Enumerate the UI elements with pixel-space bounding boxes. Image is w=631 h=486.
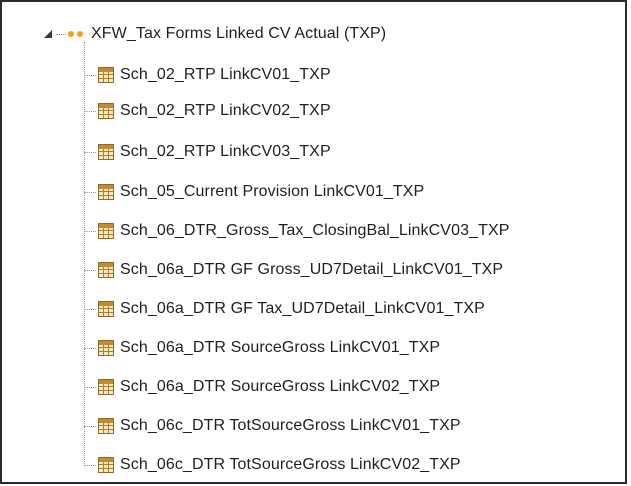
tree-item-label: Sch_02_RTP LinkCV02_TXP xyxy=(120,102,331,119)
cube-view-grid-icon xyxy=(98,144,114,160)
tree-item[interactable]: Sch_06a_DTR SourceGross LinkCV01_TXP xyxy=(84,333,440,363)
tree-connector xyxy=(84,191,96,193)
cube-view-grid-icon xyxy=(98,457,114,473)
tree-item-label: Sch_02_RTP LinkCV01_TXP xyxy=(120,66,331,83)
cube-view-grid-icon xyxy=(98,262,114,278)
cube-view-grid-icon xyxy=(98,184,114,200)
tree-item-label: Sch_06a_DTR SourceGross LinkCV01_TXP xyxy=(120,339,441,356)
tree-connector xyxy=(84,464,96,466)
tree-item[interactable]: Sch_06c_DTR TotSourceGross LinkCV01_TXP xyxy=(84,411,461,441)
tree-item-label: Sch_06a_DTR SourceGross LinkCV02_TXP xyxy=(120,378,441,395)
tree-panel: XFW_Tax Forms Linked CV Actual (TXP) Sch… xyxy=(0,0,627,484)
tree-item-label: Sch_06c_DTR TotSourceGross LinkCV02_TXP xyxy=(120,456,461,473)
tree-connector xyxy=(56,33,66,35)
tree-item[interactable]: Sch_02_RTP LinkCV03_TXP xyxy=(84,137,331,167)
tree-item[interactable]: Sch_06a_DTR GF Gross_UD7Detail_LinkCV01_… xyxy=(84,255,503,285)
tree-connector xyxy=(84,151,96,153)
tree-item[interactable]: Sch_06c_DTR TotSourceGross LinkCV02_TXP xyxy=(84,450,461,480)
tree-item-label: Sch_05_Current Provision LinkCV01_TXP xyxy=(120,183,425,200)
tree-item[interactable]: Sch_06a_DTR GF Tax_UD7Detail_LinkCV01_TX… xyxy=(84,294,485,324)
tree-connector xyxy=(84,308,96,310)
tree-item[interactable]: Sch_06a_DTR SourceGross LinkCV02_TXP xyxy=(84,372,440,402)
cube-view-tree: XFW_Tax Forms Linked CV Actual (TXP) Sch… xyxy=(2,2,625,482)
tree-item-label: Sch_02_RTP LinkCV03_TXP xyxy=(120,143,331,160)
tree-item-label: Sch_06a_DTR GF Tax_UD7Detail_LinkCV01_TX… xyxy=(120,300,485,317)
tree-root-node[interactable]: XFW_Tax Forms Linked CV Actual (TXP) xyxy=(42,18,386,50)
tree-item[interactable]: Sch_02_RTP LinkCV02_TXP xyxy=(84,96,331,126)
cube-view-grid-icon xyxy=(98,418,114,434)
orange-dots-icon xyxy=(68,31,83,37)
tree-item[interactable]: Sch_05_Current Provision LinkCV01_TXP xyxy=(84,177,424,207)
tree-connector xyxy=(84,74,96,76)
collapse-arrow-icon[interactable] xyxy=(42,28,54,40)
tree-item[interactable]: Sch_06_DTR_Gross_Tax_ClosingBal_LinkCV03… xyxy=(84,216,510,246)
cube-view-grid-icon xyxy=(98,223,114,239)
tree-connector xyxy=(84,347,96,349)
tree-root-label: XFW_Tax Forms Linked CV Actual (TXP) xyxy=(91,25,387,42)
tree-connector xyxy=(84,425,96,427)
cube-view-grid-icon xyxy=(98,301,114,317)
tree-item-label: Sch_06c_DTR TotSourceGross LinkCV01_TXP xyxy=(120,417,461,434)
tree-connector xyxy=(84,110,96,112)
cube-view-grid-icon xyxy=(98,340,114,356)
cube-view-grid-icon xyxy=(98,103,114,119)
tree-connector xyxy=(84,269,96,271)
cube-view-grid-icon xyxy=(98,67,114,83)
tree-item-label: Sch_06_DTR_Gross_Tax_ClosingBal_LinkCV03… xyxy=(120,222,510,239)
tree-connector xyxy=(84,386,96,388)
tree-connector xyxy=(84,230,96,232)
tree-item[interactable]: Sch_02_RTP LinkCV01_TXP xyxy=(84,60,331,90)
cube-view-grid-icon xyxy=(98,379,114,395)
tree-item-label: Sch_06a_DTR GF Gross_UD7Detail_LinkCV01_… xyxy=(120,261,504,278)
